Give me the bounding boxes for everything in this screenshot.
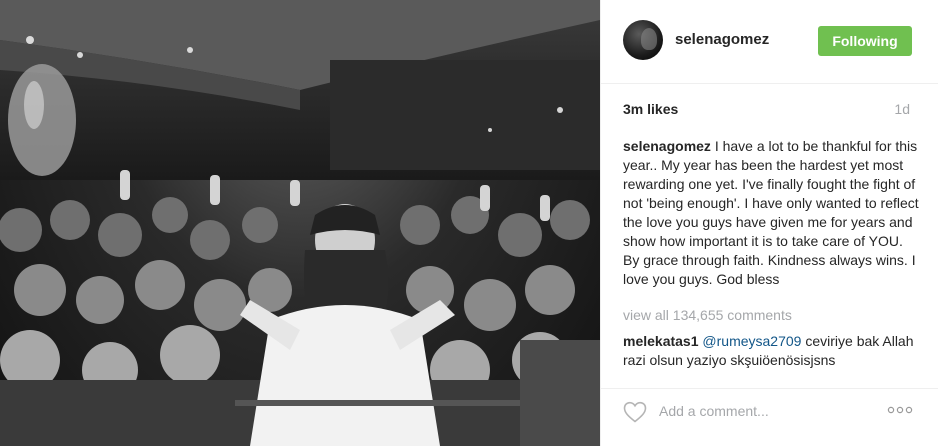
heart-outline-icon[interactable] bbox=[623, 401, 647, 423]
comment-username[interactable]: melekatas1 bbox=[623, 333, 699, 349]
post-header: selenagomez Following bbox=[601, 0, 938, 84]
instagram-post: selenagomez Following 3m likes 1d selena… bbox=[0, 0, 938, 446]
author-username[interactable]: selenagomez bbox=[675, 31, 769, 48]
caption-text: I have a lot to be thankful for this yea… bbox=[623, 138, 919, 287]
post-footer bbox=[601, 388, 938, 446]
avatar[interactable] bbox=[623, 20, 663, 60]
post-sidebar: selenagomez Following 3m likes 1d selena… bbox=[600, 0, 938, 446]
post-time[interactable]: 1d bbox=[894, 101, 910, 117]
view-all-comments-link[interactable]: view all 134,655 comments bbox=[623, 307, 792, 323]
caption-username[interactable]: selenagomez bbox=[623, 138, 711, 154]
comment-item: melekatas1 @rumeysa2709 ceviriye bak All… bbox=[623, 332, 923, 370]
concert-crowd-photo bbox=[0, 0, 600, 446]
post-caption: selenagomez I have a lot to be thankful … bbox=[623, 137, 921, 289]
comment-mention[interactable]: @rumeysa2709 bbox=[702, 333, 801, 349]
add-comment-input[interactable] bbox=[659, 399, 879, 423]
following-button[interactable]: Following bbox=[818, 26, 912, 56]
ellipsis-icon[interactable] bbox=[887, 406, 913, 414]
likes-count[interactable]: 3m likes bbox=[623, 101, 678, 117]
post-photo[interactable] bbox=[0, 0, 600, 446]
